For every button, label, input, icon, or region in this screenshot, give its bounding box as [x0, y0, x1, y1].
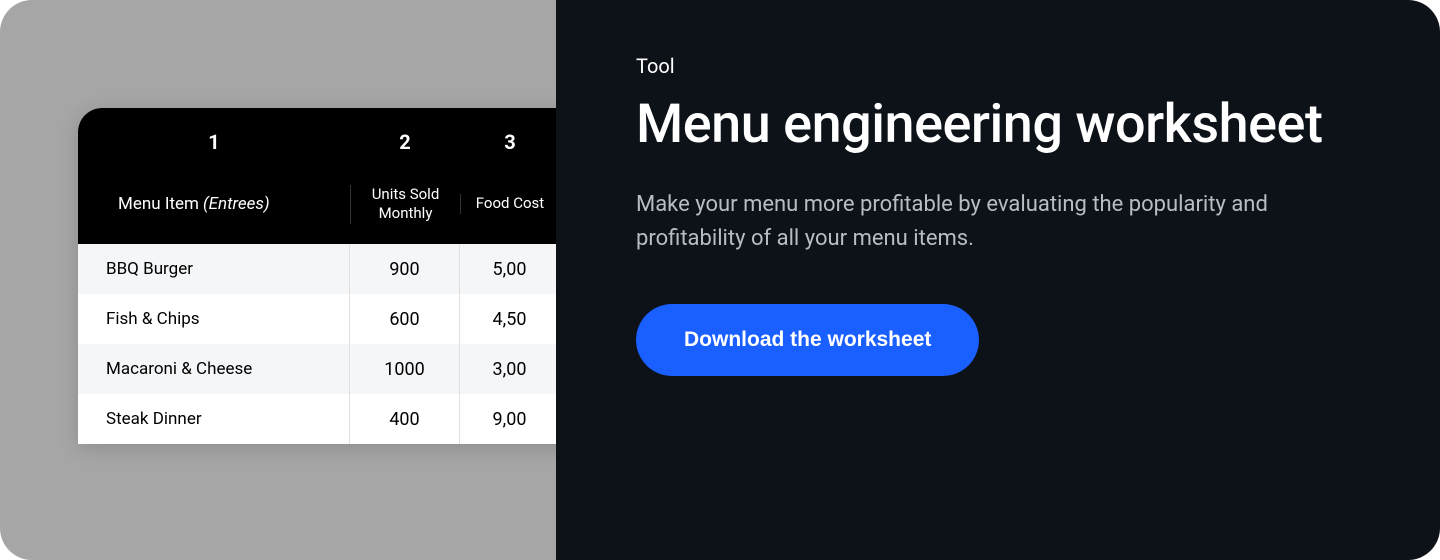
table-row: Steak Dinner 400 9,00: [78, 394, 556, 444]
col-label-food-cost: Food Cost: [460, 194, 556, 214]
cell-cost: 9,00: [460, 394, 556, 444]
table-row: BBQ Burger 900 5,00: [78, 244, 556, 294]
cell-item: Fish & Chips: [78, 294, 350, 344]
cell-units: 900: [350, 244, 460, 294]
cell-units: 400: [350, 394, 460, 444]
table-row: Macaroni & Cheese 1000 3,00: [78, 344, 556, 394]
cell-cost: 5,00: [460, 244, 556, 294]
content-panel: Tool Menu engineering worksheet Make you…: [556, 0, 1440, 560]
cell-units: 1000: [350, 344, 460, 394]
cell-item: Steak Dinner: [78, 394, 350, 444]
cell-item: BBQ Burger: [78, 244, 350, 294]
preview-panel: 1 2 3 Menu Item (Entrees) Units Sold Mon…: [0, 0, 556, 560]
col-label-menu-item: Menu Item (Entrees): [78, 194, 350, 214]
col-label-units-sold: Units Sold Monthly: [350, 185, 460, 224]
header-labels-row: Menu Item (Entrees) Units Sold Monthly F…: [78, 164, 556, 244]
col-number-1: 1: [78, 108, 350, 164]
worksheet-body: BBQ Burger 900 5,00 Fish & Chips 600 4,5…: [78, 244, 556, 444]
eyebrow-label: Tool: [636, 54, 1360, 78]
col-number-2: 2: [350, 108, 460, 164]
page-title: Menu engineering worksheet: [636, 94, 1360, 156]
col-label-text: Menu Item: [118, 194, 199, 214]
worksheet-header: 1 2 3 Menu Item (Entrees) Units Sold Mon…: [78, 108, 556, 244]
cell-item: Macaroni & Cheese: [78, 344, 350, 394]
header-numbers-row: 1 2 3: [78, 108, 556, 164]
col-number-3: 3: [460, 108, 556, 164]
cell-cost: 3,00: [460, 344, 556, 394]
worksheet-preview: 1 2 3 Menu Item (Entrees) Units Sold Mon…: [78, 108, 556, 444]
col-label-entrees: (Entrees): [203, 194, 270, 214]
cell-units: 600: [350, 294, 460, 344]
table-row: Fish & Chips 600 4,50: [78, 294, 556, 344]
promo-card: 1 2 3 Menu Item (Entrees) Units Sold Mon…: [0, 0, 1440, 560]
cell-cost: 4,50: [460, 294, 556, 344]
description-text: Make your menu more profitable by evalua…: [636, 188, 1356, 256]
download-button[interactable]: Download the worksheet: [636, 304, 979, 376]
